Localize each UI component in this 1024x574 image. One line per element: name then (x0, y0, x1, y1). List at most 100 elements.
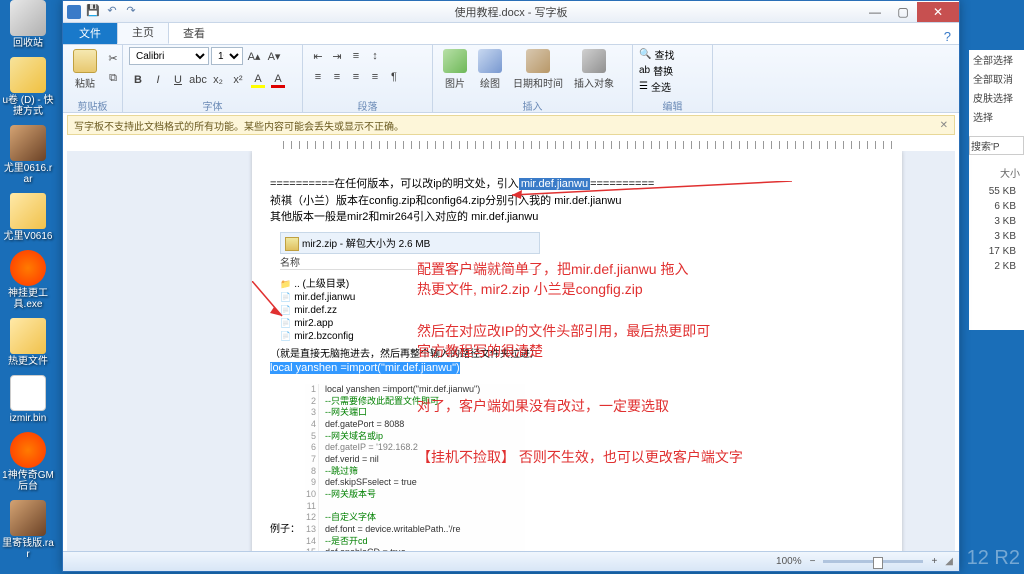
rp-size-h: 大小 (969, 163, 1024, 182)
size-value: 3 KB (973, 229, 1020, 244)
size-value: 17 KB (973, 244, 1020, 259)
font-name-select[interactable]: Calibri (129, 47, 209, 65)
rp-all[interactable]: 全部选择 (969, 50, 1024, 69)
maximize-button[interactable]: ▢ (889, 2, 917, 22)
italic-button[interactable]: I (149, 71, 167, 89)
object-button[interactable]: 插入对象 (570, 47, 618, 92)
file-tab[interactable]: 文件 (63, 22, 117, 44)
desktop-icon[interactable]: u卷 (D) - 快捷方式 (2, 57, 54, 117)
paste-button[interactable]: 粘贴 (69, 47, 101, 92)
replace-icon: ab (639, 65, 650, 76)
calendar-icon (526, 49, 550, 73)
superscript-button[interactable]: x² (229, 71, 247, 89)
find-button[interactable]: 🔍查找 (639, 47, 674, 62)
app-icon[interactable] (67, 5, 81, 19)
rp-sel[interactable]: 选择 (969, 107, 1024, 126)
desktop-icon[interactable]: 1神传奇GM后台 (2, 432, 54, 492)
cut-button[interactable]: ✂ (104, 49, 122, 67)
file-icon (10, 125, 46, 161)
file-icon (10, 57, 46, 93)
annotation-1: 配置客户端就简单了，把mir.def.jianwu 拖入 (417, 259, 688, 279)
ribbon-tabs: 文件 主页 查看 ? (63, 23, 959, 45)
annotation-4: 官方教程写的很清楚 (417, 341, 543, 361)
file-icon (10, 250, 46, 286)
align-center-button[interactable]: ≡ (328, 68, 346, 86)
warning-close-button[interactable]: ✕ (940, 120, 948, 131)
annotation-2: 热更文件, mir2.zip 小兰是congfig.zip (417, 279, 643, 299)
replace-button[interactable]: ab替换 (639, 63, 673, 78)
list-item[interactable]: mir.def.zz (280, 304, 540, 317)
inc-indent-button[interactable]: ⇥ (328, 47, 346, 65)
image-icon (443, 49, 467, 73)
font-color-button[interactable]: A (269, 71, 287, 89)
copy-button[interactable]: ⧉ (104, 69, 122, 87)
document-area[interactable]: ==========在任何版本，可以改ip的明文处，引入mir.def.jian… (67, 151, 955, 551)
zoom-slider[interactable] (823, 560, 923, 563)
align-justify-button[interactable]: ≡ (366, 68, 384, 86)
highlight-button[interactable]: A (249, 71, 267, 89)
annotation-3: 然后在对应改IP的文件头部引用，最后热更即可 (417, 321, 710, 341)
para-dialog-button[interactable]: ¶ (385, 68, 403, 86)
zoom-in-button[interactable]: + (931, 556, 937, 567)
font-size-select[interactable]: 10.5 (211, 47, 243, 65)
file-icon (10, 500, 46, 536)
size-value: 6 KB (973, 199, 1020, 214)
rp-none[interactable]: 全部取消 (969, 69, 1024, 88)
file-icon (10, 193, 46, 229)
strike-button[interactable]: abc (189, 71, 207, 89)
file-icon (10, 375, 46, 411)
selectall-button[interactable]: ☰全选 (639, 79, 671, 94)
grow-font-button[interactable]: A▴ (245, 47, 263, 65)
annotation-5: 对了，客户端如果没有改过，一定要选取 (417, 396, 669, 416)
page[interactable]: ==========在任何版本，可以改ip的明文处，引入mir.def.jian… (252, 151, 902, 551)
desktop-icon[interactable]: izmir.bin (2, 375, 54, 424)
highlighted-import: mir.def.jianwu (519, 178, 590, 190)
size-value: 3 KB (973, 214, 1020, 229)
annotation-6: 【挂机不捡取】 否则不生效，也可以更改客户端文字 (417, 447, 743, 467)
bullets-button[interactable]: ≡ (347, 47, 365, 65)
minimize-button[interactable]: — (861, 2, 889, 22)
resize-grip-icon[interactable]: ◢ (945, 556, 953, 567)
close-button[interactable]: ✕ (917, 2, 959, 22)
subscript-button[interactable]: x₂ (209, 71, 227, 89)
select-icon: ☰ (639, 81, 648, 92)
zip-row: mir2.zip - 解包大小为 2.6 MB (280, 232, 540, 254)
shrink-font-button[interactable]: A▾ (265, 47, 283, 65)
window-title: 使用教程.docx - 写字板 (63, 4, 959, 20)
paint-button[interactable]: 绘图 (474, 47, 506, 92)
qat-undo-icon[interactable]: ↶ (104, 4, 120, 20)
paint-icon (478, 49, 502, 73)
size-value: 2 KB (973, 259, 1020, 274)
rp-search[interactable]: 搜索'P (969, 136, 1024, 155)
qat-redo-icon[interactable]: ↷ (123, 4, 139, 20)
file-icon (10, 432, 46, 468)
object-icon (582, 49, 606, 73)
underline-button[interactable]: U (169, 71, 187, 89)
desktop-icon[interactable]: 尤里0616.rar (2, 125, 54, 185)
selected-code-line[interactable]: local yanshen =import("mir.def.jianwu") (270, 362, 460, 374)
format-warning: 写字板不支持此文档格式的所有功能。某些内容可能会丢失或显示不正确。 ✕ (67, 115, 955, 135)
view-tab[interactable]: 查看 (169, 22, 219, 44)
linespacing-button[interactable]: ↕ (366, 47, 384, 65)
desktop-icon[interactable]: 热更文件 (2, 318, 54, 367)
datetime-button[interactable]: 日期和时间 (509, 47, 567, 92)
picture-button[interactable]: 图片 (439, 47, 471, 92)
desktop-icon[interactable]: 神挂更工具.exe (2, 250, 54, 310)
wordpad-window: 💾 ↶ ↷ 使用教程.docx - 写字板 — ▢ ✕ 文件 主页 查看 ? 粘… (62, 0, 960, 572)
align-left-button[interactable]: ≡ (309, 68, 327, 86)
dec-indent-button[interactable]: ⇤ (309, 47, 327, 65)
home-tab[interactable]: 主页 (117, 20, 169, 44)
qat-save-icon[interactable]: 💾 (85, 4, 101, 20)
align-right-button[interactable]: ≡ (347, 68, 365, 86)
help-icon[interactable]: ? (944, 29, 951, 44)
desktop-icon[interactable]: 里寄钱版.rar (2, 500, 54, 560)
bold-button[interactable]: B (129, 71, 147, 89)
zoom-level: 100% (776, 556, 802, 567)
zoom-out-button[interactable]: − (810, 556, 816, 567)
desktop-icon[interactable]: 回收站 (2, 0, 54, 49)
desktop-icon[interactable]: 尤里V0616 (2, 193, 54, 242)
size-value: 55 KB (973, 184, 1020, 199)
rp-skin[interactable]: 皮肤选择 (969, 88, 1024, 107)
file-icon (10, 318, 46, 354)
archive-icon (285, 237, 299, 251)
